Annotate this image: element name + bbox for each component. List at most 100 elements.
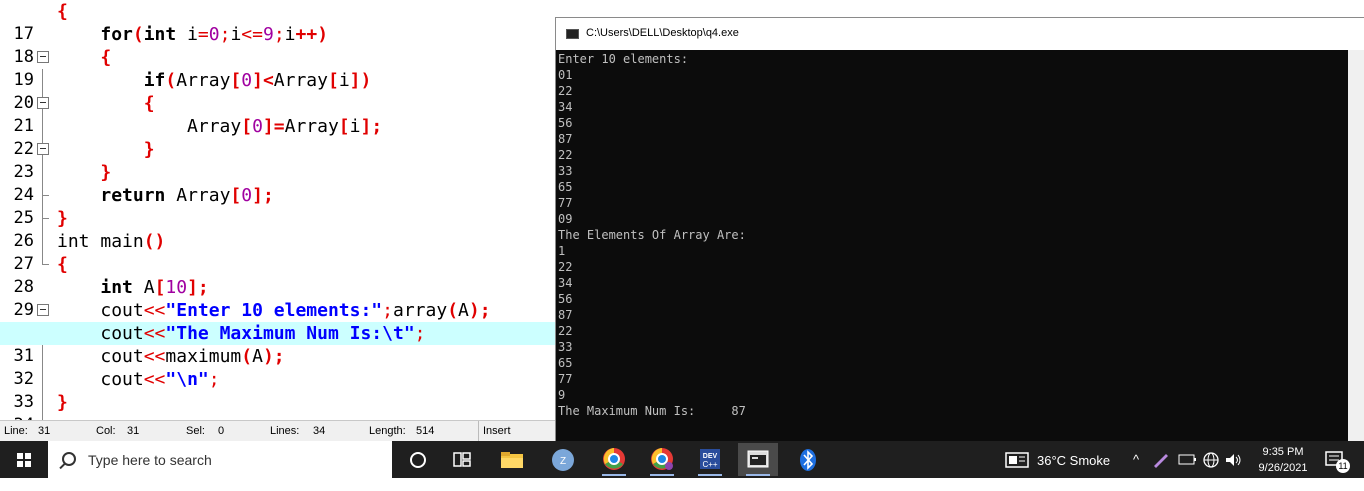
console-app-icon (566, 29, 579, 39)
code-token: ; (219, 24, 231, 45)
code-line[interactable]: 28 { (0, 253, 560, 316)
zoom-button[interactable]: Z (543, 443, 583, 476)
code-token: Array (284, 116, 339, 137)
code-line[interactable]: 33 cout<<"\n"; (0, 368, 560, 420)
code-token: ; (208, 369, 220, 390)
console-taskbar-button[interactable] (738, 443, 778, 476)
code-token: [ (230, 70, 242, 91)
status-col-value: 31 (127, 425, 140, 437)
clock-time: 9:35 PM (1262, 446, 1304, 458)
file-explorer-button[interactable] (492, 443, 532, 476)
notification-center-button[interactable]: 11 (1322, 441, 1352, 478)
code-token: Array (165, 185, 231, 206)
code-line[interactable]: 34 } (0, 391, 560, 420)
code-token: } (100, 162, 112, 183)
code-token: ); (468, 300, 491, 321)
code-line[interactable]: 22 Array[0]=Array[i]; (0, 115, 560, 184)
code-token: Array (273, 70, 328, 91)
chrome-profile-button[interactable] (642, 443, 682, 476)
console-scrollbar[interactable] (1348, 50, 1364, 442)
status-insert-mode: Insert (478, 421, 511, 442)
zoom-icon: Z (552, 449, 574, 471)
code-token: ; (382, 300, 393, 321)
code-token: ]= (262, 116, 285, 137)
console-title-bar[interactable]: C:\Users\DELL\Desktop\q4.exe (556, 18, 1364, 50)
code-token: return (100, 185, 166, 206)
start-button[interactable] (0, 441, 48, 478)
status-lines-label: Lines: (270, 425, 300, 437)
code-token: [ (338, 116, 350, 137)
notification-icon (1325, 451, 1343, 466)
code-line-current[interactable]: 31 cout<<"The Maximum Num Is:\t"; (0, 322, 560, 391)
weather-button[interactable] (1004, 441, 1032, 478)
code-line[interactable]: 18 for(int i=0;i<=9;i++) (0, 23, 560, 92)
search-placeholder: Type here to search (88, 452, 212, 468)
code-line[interactable]: 32 cout<<maximum(A); (0, 345, 560, 414)
taskbar-clock[interactable]: 9:35 PM 9/26/2021 (1248, 444, 1318, 476)
code-token: if (143, 70, 166, 91)
bluetooth-button[interactable] (788, 443, 828, 476)
show-hidden-icons-icon[interactable]: ^ (1133, 452, 1139, 467)
code-token: << (143, 300, 166, 321)
code-line[interactable]: 25 return Array[0]; (0, 184, 560, 253)
editor-status-bar: Line: 31 Col: 31 Sel: 0 Lines: 34 Length… (0, 420, 560, 442)
svg-text:Z: Z (560, 456, 566, 467)
code-token: } (57, 208, 68, 229)
chrome-icon (603, 448, 625, 470)
cortana-button[interactable] (398, 443, 438, 476)
code-token: { (143, 93, 155, 114)
code-line[interactable]: 30 cout<<"Enter 10 elements:";array(A); (0, 299, 560, 368)
pen-icon[interactable] (1152, 452, 1170, 489)
weather-text[interactable]: 36°C Smoke (1037, 453, 1110, 468)
code-line[interactable]: 27 int main() (0, 230, 560, 274)
code-token: 10 (165, 277, 188, 298)
code-token: ); (262, 346, 285, 367)
code-token: ]; (252, 185, 274, 206)
code-line[interactable]: 26 } (0, 207, 560, 265)
status-sel-label: Sel: (186, 425, 205, 437)
chrome-button[interactable] (594, 443, 634, 476)
code-token: 0 (252, 116, 263, 137)
status-lines-value: 34 (313, 425, 326, 437)
file-explorer-icon (501, 452, 523, 468)
code-token: } (143, 139, 155, 160)
code-token: i (176, 24, 198, 45)
code-token: () (143, 231, 166, 252)
code-line[interactable]: 21 { (0, 92, 560, 161)
task-view-button[interactable] (442, 443, 482, 476)
battery-icon[interactable] (1178, 454, 1198, 491)
code-token: array (393, 300, 448, 321)
code-line[interactable]: 20 if(Array[0]<Array[i]) (0, 69, 560, 138)
console-window[interactable]: C:\Users\DELL\Desktop\q4.exe Enter 10 el… (555, 17, 1364, 443)
code-token: A (458, 300, 469, 321)
code-line[interactable]: 24 } (0, 161, 560, 230)
code-token: 0 (241, 185, 253, 206)
volume-icon[interactable] (1224, 452, 1244, 489)
code-editor[interactable]: 17 { 18 for(int i=0;i<=9;i++) 19 { 20 if… (0, 0, 560, 420)
code-token: "Enter 10 elements:" (165, 300, 383, 321)
network-globe-icon[interactable] (1202, 451, 1220, 488)
taskbar-search-box[interactable]: Type here to search (48, 441, 392, 478)
code-token: main (89, 231, 144, 252)
console-window-title: C:\Users\DELL\Desktop\q4.exe (586, 27, 739, 39)
code-token: cout (100, 346, 144, 367)
windows-start-icon (17, 453, 31, 467)
code-token: "The Maximum Num Is:\t" (165, 323, 415, 344)
code-token: ++) (295, 24, 329, 45)
console-window-icon (747, 450, 769, 468)
code-token: Array (187, 116, 242, 137)
code-line[interactable]: 23 } (0, 138, 560, 207)
weather-news-icon (1005, 452, 1029, 468)
code-token: 9 (262, 24, 274, 45)
taskbar: Type here to search Z DEV C++ 36°C Smoke … (0, 441, 1364, 478)
clock-date: 9/26/2021 (1258, 462, 1308, 474)
code-line[interactable]: 17 { (0, 0, 560, 63)
code-token: cout (100, 369, 144, 390)
code-line[interactable]: 19 { (0, 46, 560, 115)
code-token: << (143, 369, 166, 390)
code-token: { (57, 1, 68, 22)
devcpp-button[interactable]: DEV C++ (690, 443, 730, 476)
code-token: i (349, 116, 361, 137)
code-line[interactable]: 29 int A[10]; (0, 276, 560, 345)
code-token: i (338, 70, 350, 91)
